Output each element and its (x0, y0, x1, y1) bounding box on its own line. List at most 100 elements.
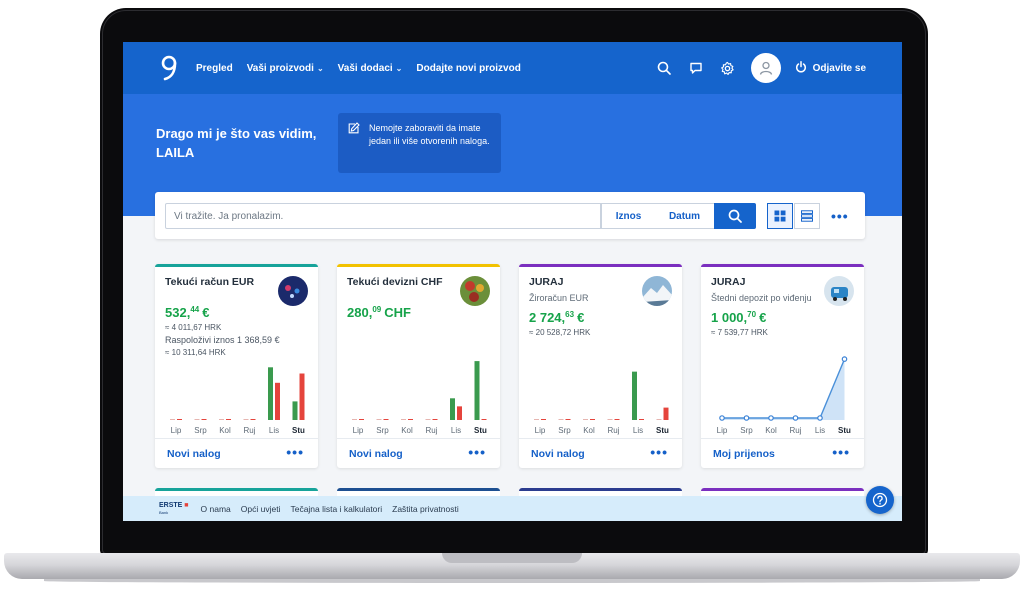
george-logo-icon[interactable] (154, 53, 184, 83)
card-more-options-icon[interactable]: ••• (468, 444, 486, 460)
card-title[interactable]: JURAJ (711, 276, 745, 288)
income-bar (292, 401, 298, 420)
user-avatar-icon[interactable] (750, 53, 781, 83)
account-image (460, 276, 490, 306)
income-bar (425, 419, 431, 420)
footer-link-about[interactable]: O nama (201, 504, 231, 514)
income-bar (194, 419, 200, 420)
card-title[interactable]: Tekući račun EUR (165, 276, 254, 288)
footer-link-terms[interactable]: Opći uvjeti (241, 504, 281, 514)
date-filter-button[interactable]: Datum (655, 203, 715, 229)
month-label: Lip (535, 426, 546, 435)
month-label: Lis (451, 426, 461, 435)
month-label: Ruj (789, 426, 801, 435)
search-icon[interactable] (653, 57, 675, 79)
available-balance: Raspoloživi iznos 1 368,59 € (165, 335, 280, 345)
card-more-options-icon[interactable]: ••• (286, 444, 304, 460)
income-bar (656, 419, 662, 420)
card-more-options-icon[interactable]: ••• (650, 444, 668, 460)
expense-bar (201, 419, 207, 420)
expense-bar (663, 407, 669, 420)
balance-conversion: ≈ 4 011,67 HRK (165, 323, 222, 332)
nav-add-product[interactable]: Dodajte novi proizvod (416, 63, 520, 74)
grid-view-toggle[interactable] (767, 203, 793, 229)
balance-conversion: ≈ 20 528,72 HRK (529, 328, 591, 337)
nav-your-products[interactable]: Vaši proizvodi ⌄ (247, 63, 324, 74)
income-bar (474, 361, 480, 420)
amount-filter-button[interactable]: Iznos (601, 203, 656, 229)
banking-app-screen: Pregled Vaši proizvodi ⌄ Vaši dodaci ⌄ Dod… (123, 42, 902, 521)
card-divider (337, 438, 500, 439)
income-bar (219, 419, 224, 420)
product-card[interactable]: JURAJ Štedni depozit po viđenju 1 000,70 € ≈… (701, 264, 864, 468)
logout-label: Odjavite se (812, 62, 866, 74)
card-title[interactable]: JURAJ (529, 276, 563, 288)
grid-icon (774, 210, 786, 222)
edit-icon (348, 122, 360, 138)
product-card[interactable]: Tekući devizni CHF 280,09 CHF Lip Srp Kol Ruj L… (337, 264, 500, 468)
open-orders-notice[interactable]: Nemojte zaboraviti da imate jedan ili vi… (338, 113, 501, 173)
income-bar (352, 419, 357, 420)
expense-bar (432, 419, 438, 420)
expense-bar (457, 406, 462, 420)
income-bar (170, 419, 175, 420)
footer: ERSTE ■ Bank O nama Opći uvjeti Tečajna … (123, 496, 902, 521)
income-bar (583, 419, 588, 420)
logout-button[interactable]: Odjavite se (795, 60, 866, 76)
list-icon (801, 210, 813, 222)
income-bar (376, 419, 382, 420)
card-balance: 2 724,63 € (529, 310, 585, 325)
more-options-icon[interactable]: ••• (831, 208, 849, 224)
help-button[interactable] (866, 486, 894, 514)
footer-link-privacy[interactable]: Zaštita privatnosti (392, 504, 459, 514)
card-more-options-icon[interactable]: ••• (832, 444, 850, 460)
footer-link-rates[interactable]: Tečajna lista i kalkulatori (290, 504, 382, 514)
balance-history-chart: Lip Srp Kol Ruj Lis Stu (170, 367, 305, 435)
search-panel: Iznos Datum ••• (155, 192, 865, 239)
balance-history-chart: Lip Srp Kol Ruj Lis Stu (534, 371, 669, 435)
month-label: Srp (194, 426, 207, 435)
search-input[interactable] (165, 203, 601, 229)
card-action-link[interactable]: Novi nalog (167, 448, 221, 460)
help-icon (872, 492, 888, 508)
income-bar (401, 419, 406, 420)
income-bar (268, 367, 273, 420)
card-title[interactable]: Tekući devizni CHF (347, 276, 443, 288)
income-bar (534, 419, 539, 420)
month-label: Stu (292, 426, 305, 435)
account-image (278, 276, 308, 306)
nav-actions: Odjavite se (643, 53, 866, 83)
month-label: Ruj (243, 426, 255, 435)
expense-bar (541, 419, 546, 420)
card-accent-bar (337, 264, 500, 267)
month-label: Kol (219, 426, 231, 435)
product-card[interactable]: JURAJ Žiroračun EUR 2 724,63 € ≈ 20 528,72 H… (519, 264, 682, 468)
expense-bar (590, 419, 595, 420)
product-card[interactable]: Tekući račun EUR 532,44 € ≈ 4 011,67 HRK Ras… (155, 264, 318, 468)
chevron-down-icon: ⌄ (316, 63, 324, 73)
chevron-down-icon: ⌄ (395, 63, 403, 73)
month-label: Lis (269, 426, 279, 435)
search-icon (728, 209, 742, 223)
card-accent-bar (155, 264, 318, 267)
month-label: Stu (656, 426, 669, 435)
card-divider (155, 438, 318, 439)
nav-overview[interactable]: Pregled (196, 63, 233, 74)
month-label: Kol (765, 426, 777, 435)
nav-your-addons[interactable]: Vaši dodaci ⌄ (338, 63, 403, 74)
settings-gear-icon[interactable] (717, 57, 739, 79)
month-label: Lip (717, 426, 728, 435)
card-accent-bar (519, 264, 682, 267)
card-action-link[interactable]: Novi nalog (531, 448, 585, 460)
income-bar (243, 419, 249, 420)
chat-icon[interactable] (685, 57, 707, 79)
balance-history-chart: Lip Srp Kol Ruj Lis Stu (352, 361, 487, 435)
balance-point (841, 356, 848, 362)
erste-logo[interactable]: ERSTE ■ Bank (159, 502, 189, 516)
search-button[interactable] (714, 203, 756, 229)
list-view-toggle[interactable] (794, 203, 820, 229)
card-action-link[interactable]: Moj prijenos (713, 448, 775, 460)
card-action-link[interactable]: Novi nalog (349, 448, 403, 460)
expense-bar (275, 382, 280, 420)
expense-bar (565, 419, 571, 420)
